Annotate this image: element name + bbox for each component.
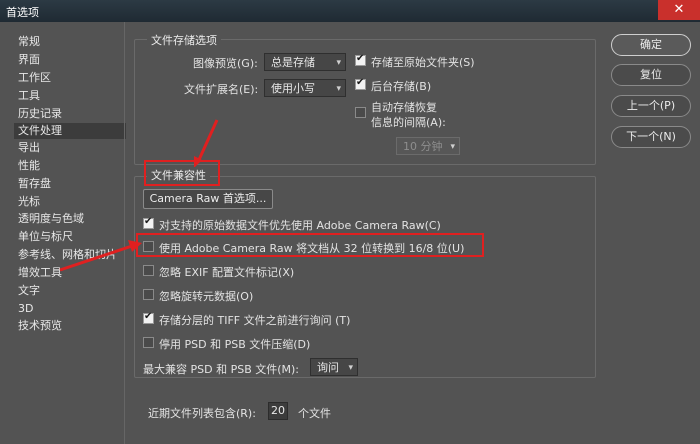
autosave-checkbox[interactable] — [355, 107, 366, 118]
recent-files-input[interactable]: 20 — [268, 402, 288, 420]
sidebar-item-type[interactable]: 文字 — [18, 283, 40, 299]
autosave-interval-select[interactable]: 10 分钟 ▾ — [396, 137, 460, 155]
ignore-exif-label: 忽略 EXIF 配置文件标记(X) — [159, 266, 295, 279]
bg-save-checkbox[interactable] — [355, 77, 366, 90]
ext-label: 文件扩展名(E): — [184, 83, 259, 96]
chevron-down-icon: ▾ — [336, 58, 341, 68]
close-button[interactable]: ✕ — [658, 0, 700, 20]
reset-button[interactable]: 复位 — [611, 64, 691, 86]
max-compat-select[interactable]: 询问 ▾ — [310, 358, 358, 376]
bg-save-label: 后台存储(B) — [371, 80, 432, 93]
save-options-title: 文件存储选项 — [147, 32, 221, 48]
sidebar-item-history[interactable]: 历史记录 — [18, 106, 62, 122]
sidebar-item-workspace[interactable]: 工作区 — [18, 70, 51, 86]
sidebar-item-interface[interactable]: 界面 — [18, 52, 40, 68]
autosave-label-2: 信息的间隔(A): — [371, 116, 446, 129]
disable-compression-label: 停用 PSD 和 PSB 文件压缩(D) — [159, 338, 311, 351]
recent-files-suffix: 个文件 — [298, 407, 331, 420]
sidebar-item-3d[interactable]: 3D — [18, 301, 33, 317]
prefer-acr-label: 对支持的原始数据文件优先使用 Adobe Camera Raw(C) — [159, 219, 441, 232]
next-button[interactable]: 下一个(N) — [611, 126, 691, 148]
ask-tiff-label: 存储分层的 TIFF 文件之前进行询问 (T) — [159, 314, 351, 327]
disable-compression-checkbox[interactable] — [143, 337, 154, 348]
ignore-rotation-checkbox[interactable] — [143, 289, 154, 300]
sidebar-item-performance[interactable]: 性能 — [18, 158, 40, 174]
sidebar: 常规 界面 工作区 工具 历史记录 文件处理 导出 性能 暂存盘 光标 透明度与… — [0, 22, 126, 444]
title-bar: 首选项 — [0, 0, 700, 22]
autosave-label-1: 自动存储恢复 — [371, 101, 437, 114]
chevron-down-icon: ▾ — [336, 84, 341, 94]
ext-select[interactable]: 使用小写 ▾ — [264, 79, 346, 97]
ext-value: 使用小写 — [271, 82, 315, 95]
sidebar-item-scratch-disks[interactable]: 暂存盘 — [18, 176, 51, 192]
recent-files-label: 近期文件列表包含(R): — [148, 407, 256, 420]
close-icon: ✕ — [673, 2, 685, 17]
convert-32bit-highlight — [136, 233, 484, 257]
sidebar-item-tech-preview[interactable]: 技术预览 — [18, 318, 62, 334]
sidebar-item-file-handling[interactable]: 文件处理 — [14, 123, 126, 139]
sidebar-item-tools[interactable]: 工具 — [18, 88, 40, 104]
sidebar-item-cursors[interactable]: 光标 — [18, 194, 40, 210]
image-preview-label: 图像预览(G): — [193, 57, 258, 70]
save-to-original-checkbox[interactable] — [355, 53, 366, 66]
prev-button[interactable]: 上一个(P) — [611, 95, 691, 117]
chevron-down-icon: ▾ — [348, 363, 353, 373]
max-compat-label: 最大兼容 PSD 和 PSB 文件(M): — [143, 363, 300, 376]
annotation-arrow — [59, 240, 142, 272]
window-title: 首选项 — [6, 6, 39, 19]
chevron-down-icon: ▾ — [450, 142, 455, 152]
sidebar-item-transparency[interactable]: 透明度与色域 — [18, 211, 84, 227]
ignore-rotation-label: 忽略旋转元数据(O) — [159, 290, 254, 303]
image-preview-select[interactable]: 总是存储 ▾ — [264, 53, 346, 71]
max-compat-value: 询问 — [317, 361, 339, 374]
save-to-original-label: 存储至原始文件夹(S) — [371, 56, 475, 69]
ask-tiff-checkbox[interactable] — [143, 311, 154, 324]
prefer-acr-checkbox[interactable] — [143, 216, 154, 229]
autosave-interval-value: 10 分钟 — [403, 140, 443, 153]
ok-button[interactable]: 确定 — [611, 34, 691, 56]
compat-title-highlight — [144, 160, 220, 186]
sidebar-item-export[interactable]: 导出 — [18, 140, 40, 156]
camera-raw-prefs-button[interactable]: Camera Raw 首选项... — [143, 189, 273, 209]
sidebar-item-general[interactable]: 常规 — [18, 34, 40, 50]
image-preview-value: 总是存储 — [271, 56, 315, 69]
